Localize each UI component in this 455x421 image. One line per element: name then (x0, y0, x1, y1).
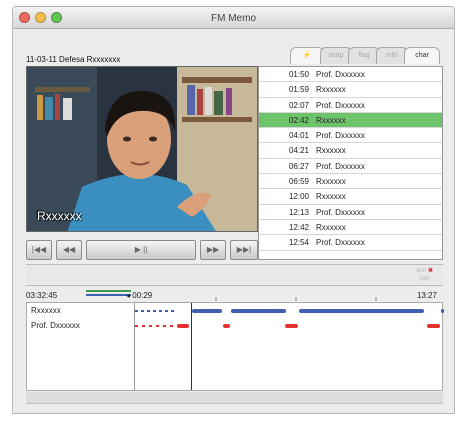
speaker-a-segment (192, 309, 222, 313)
list-item[interactable]: 04:21 Rxxxxxx (259, 143, 442, 159)
skip-start-button[interactable]: |◀◀ (26, 240, 52, 260)
list-item[interactable]: 12:54 Prof. Dxxxxxx (259, 235, 442, 251)
speaker-name-overlay: Rxxxxxx (37, 209, 82, 223)
annotation-strip: ann ✖ spkr (26, 264, 443, 286)
lane-divider (134, 303, 135, 390)
close-icon[interactable]: ✖ (428, 268, 433, 274)
list-item-selected[interactable]: 02:42 Rxxxxxx (259, 112, 442, 129)
speaker-a-segment (135, 310, 177, 312)
title-bar: FM Memo (13, 7, 454, 29)
speaker-a-segment (441, 309, 444, 313)
timeline-ruler: 03:32:45 ◂ 00:29 13:27 (26, 289, 443, 303)
window-title: FM Memo (211, 13, 256, 24)
list-item[interactable]: 01:50 Prof. Dxxxxxx (259, 67, 442, 83)
speaker-a-segment (299, 309, 424, 313)
playhead[interactable] (191, 303, 192, 390)
playhead-time: ◂ 00:29 (126, 291, 153, 300)
speaker-turn-list: 01:50 Prof. Dxxxxxx 01:59 Rxxxxxx 02:07 Pro… (258, 66, 443, 260)
list-item[interactable]: 02:07 Prof. Dxxxxxx (259, 98, 442, 113)
rewind-button[interactable]: ◀◀ (56, 240, 82, 260)
list-item[interactable]: 01:59 Rxxxxxx (259, 82, 442, 98)
strip-label-top: ann (416, 268, 427, 274)
bottom-status-bar (26, 392, 443, 404)
list-item[interactable]: 12:00 Rxxxxxx (259, 189, 442, 205)
list-item[interactable]: 06:59 Rxxxxxx (259, 174, 442, 190)
strip-controls[interactable]: ann ✖ spkr (416, 267, 433, 283)
strip-label-bottom: spkr (418, 276, 431, 282)
lane-label-speaker-a: Rxxxxxx (31, 306, 61, 315)
list-item[interactable]: 12:42 Rxxxxxx (259, 220, 442, 236)
speaker-a-segment (231, 309, 286, 313)
speaker-b-segment (177, 324, 189, 328)
skip-end-button[interactable]: ▶▶| (230, 240, 258, 260)
speaker-b-segment (285, 324, 298, 328)
session-label: 11-03-11 Defesa Rxxxxxxx (26, 55, 121, 64)
speaker-timeline[interactable]: Rxxxxxx Prof. Dxxxxxx (26, 302, 444, 391)
play-pause-button[interactable]: ▶ || (86, 240, 196, 260)
speaker-b-segment (427, 324, 440, 328)
speaker-b-segment (223, 324, 230, 328)
tab-char[interactable]: char (404, 47, 440, 64)
speaker-b-segment (135, 325, 175, 327)
video-frame-image (27, 67, 257, 231)
transport-controls: |◀◀ ◀◀ ▶ || ▶▶ ▶▶| (26, 240, 258, 260)
fast-forward-button[interactable]: ▶▶ (200, 240, 226, 260)
lane-label-speaker-b: Prof. Dxxxxxx (31, 321, 80, 330)
list-item[interactable]: 04:01 Prof. Dxxxxxx (259, 128, 442, 144)
list-item[interactable]: 12:13 Prof. Dxxxxxx (259, 205, 442, 220)
tab-lightning[interactable]: ⚡ (290, 47, 324, 64)
video-player[interactable]: Rxxxxxx (26, 66, 258, 232)
timeline-end-time: 13:27 (416, 291, 437, 300)
list-item[interactable]: 06:27 Prof. Dxxxxxx (259, 159, 442, 175)
ruler-ticks (86, 290, 377, 301)
